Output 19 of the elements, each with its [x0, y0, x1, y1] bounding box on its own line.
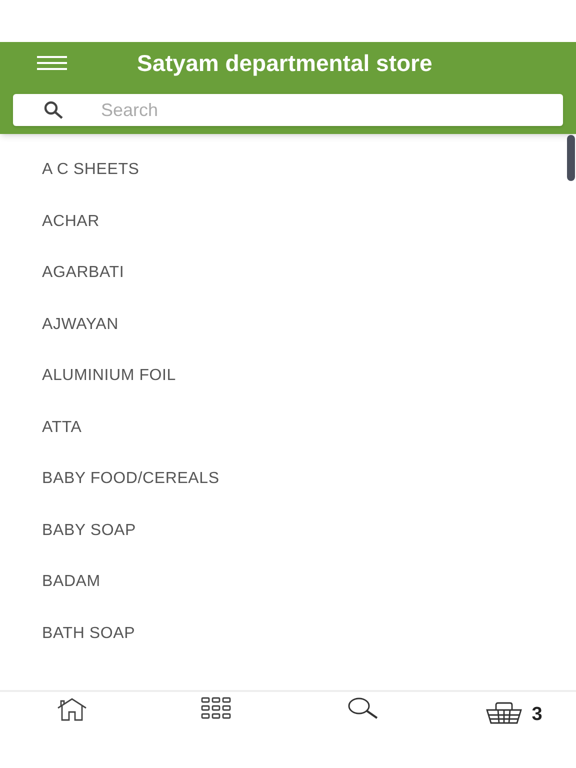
cart-count: 3: [532, 703, 542, 727]
menu-icon[interactable]: [37, 55, 67, 71]
category-item[interactable]: BATH SOAP: [42, 624, 136, 644]
category-item[interactable]: ATTA: [42, 418, 82, 438]
grid-icon[interactable]: [201, 697, 231, 719]
store-title: Satyam departmental store: [137, 48, 432, 78]
category-item[interactable]: AGARBATI: [42, 263, 124, 283]
category-item[interactable]: AJWAYAN: [42, 314, 118, 334]
search-bar[interactable]: Search: [13, 94, 563, 126]
scrollbar[interactable]: [567, 135, 575, 181]
basket-icon[interactable]: [486, 702, 522, 724]
category-item[interactable]: BADAM: [42, 572, 100, 592]
search-field[interactable]: Search: [101, 96, 563, 124]
category-item[interactable]: A C SHEETS: [42, 160, 140, 180]
category-item[interactable]: ALUMINIUM FOIL: [42, 366, 176, 386]
category-item[interactable]: ACHAR: [42, 212, 100, 232]
category-item[interactable]: BABY FOOD/CEREALS: [42, 469, 220, 489]
category-item[interactable]: BABY SOAP: [42, 520, 136, 540]
home-icon[interactable]: [56, 697, 88, 721]
